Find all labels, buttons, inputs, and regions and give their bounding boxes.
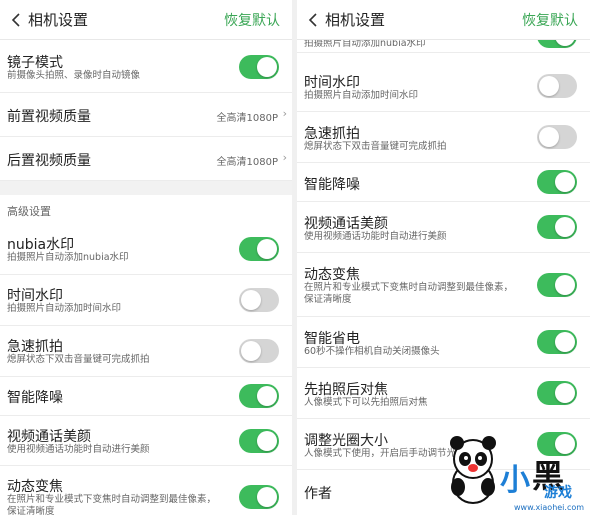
- setting-title: 动态变焦: [7, 479, 63, 495]
- setting-title: 后置视频质量: [7, 153, 91, 169]
- nubia-watermark-toggle[interactable]: [239, 237, 279, 261]
- setting-title: 视频通话美颜: [304, 216, 388, 232]
- setting-row-noise-reduction[interactable]: 智能降噪: [0, 377, 292, 416]
- setting-row-noise-reduction[interactable]: 智能降噪: [297, 163, 590, 202]
- setting-desc: 使用视频通话功能时自动进行美颜: [304, 231, 447, 242]
- noise-reduction-toggle[interactable]: [239, 384, 279, 408]
- setting-desc: 在照片和专业模式下变焦时自动调整到最佳像素，: [7, 494, 217, 505]
- setting-title: 作者: [304, 486, 332, 502]
- setting-title: 动态变焦: [304, 267, 360, 283]
- setting-row-time-watermark[interactable]: 时间水印 拍摄照片自动添加时间水印: [0, 275, 292, 326]
- restore-defaults-button[interactable]: 恢复默认: [224, 10, 280, 30]
- toggle-knob: [555, 383, 575, 403]
- toggle-knob: [555, 434, 575, 454]
- section-title: 高级设置: [7, 205, 51, 218]
- quick-snap-toggle[interactable]: [537, 125, 577, 149]
- setting-row-author[interactable]: 作者: [297, 470, 590, 515]
- chevron-right-icon: ›: [282, 107, 287, 120]
- video-call-beauty-toggle[interactable]: [537, 215, 577, 239]
- setting-title: 调整光圈大小: [304, 433, 388, 449]
- setting-title: 时间水印: [7, 288, 63, 304]
- setting-row-video-call-beauty[interactable]: 视频通话美颜 使用视频通话功能时自动进行美颜: [297, 202, 590, 253]
- back-arrow-icon[interactable]: [303, 10, 323, 30]
- toggle-knob: [555, 172, 575, 192]
- setting-row-dynamic-zoom[interactable]: 动态变焦 在照片和专业模式下变焦时自动调整到最佳像素， 保证清晰度: [0, 466, 292, 515]
- setting-row-quick-snap[interactable]: 急速抓拍 熄屏状态下双击音量键可完成抓拍: [297, 112, 590, 163]
- setting-desc: 拍摄照片自动添加时间水印: [304, 90, 419, 101]
- setting-desc: 熄屏状态下双击音量键可完成抓拍: [304, 141, 447, 152]
- section-gap: [0, 181, 292, 195]
- setting-row-mirror-mode[interactable]: 镜子模式 前摄像头拍照、录像时自动镜像: [0, 40, 292, 93]
- page-title: 相机设置: [28, 11, 89, 29]
- setting-title: 急速抓拍: [7, 339, 63, 355]
- dynamic-zoom-toggle[interactable]: [239, 485, 279, 509]
- setting-desc: 使用视频通话功能时自动进行美颜: [7, 444, 150, 455]
- setting-title: 先拍照后对焦: [304, 382, 388, 398]
- setting-title: 前置视频质量: [7, 109, 91, 125]
- toggle-knob: [241, 341, 261, 361]
- setting-title: nubia水印: [7, 237, 75, 253]
- right-settings-screen: 拍摄照片自动添加nubia水印 相机设置 恢复默认 时间水印 拍摄照片自动添加时…: [297, 0, 590, 515]
- noise-reduction-toggle[interactable]: [537, 170, 577, 194]
- setting-row-quick-snap[interactable]: 急速抓拍 熄屏状态下双击音量键可完成抓拍: [0, 326, 292, 377]
- smart-power-save-toggle[interactable]: [537, 330, 577, 354]
- section-header: 高级设置: [0, 195, 292, 223]
- setting-title: 智能降噪: [304, 177, 360, 193]
- toggle-knob: [257, 431, 277, 451]
- adjust-aperture-toggle[interactable]: [537, 432, 577, 456]
- setting-row-nubia-watermark[interactable]: nubia水印 拍摄照片自动添加nubia水印: [0, 224, 292, 275]
- toggle-knob: [555, 217, 575, 237]
- toggle-knob: [257, 386, 277, 406]
- toggle-knob: [257, 57, 277, 77]
- restore-defaults-button[interactable]: 恢复默认: [522, 10, 578, 30]
- app-header: 相机设置 恢复默认: [0, 0, 292, 40]
- setting-title: 急速抓拍: [304, 126, 360, 142]
- setting-desc: 保证清晰度: [7, 506, 55, 515]
- setting-row-video-call-beauty[interactable]: 视频通话美颜 使用视频通话功能时自动进行美颜: [0, 416, 292, 466]
- setting-desc: 人像模式下使用，开启后手动调节光圈范围: [304, 448, 485, 459]
- toggle-knob: [241, 290, 261, 310]
- toggle-knob: [257, 239, 277, 259]
- app-header: 相机设置 恢复默认: [297, 0, 590, 40]
- setting-desc: 拍摄照片自动添加时间水印: [7, 303, 122, 314]
- setting-title: 镜子模式: [7, 55, 63, 71]
- setting-title: 视频通话美颜: [7, 429, 91, 445]
- setting-desc: 前摄像头拍照、录像时自动镜像: [7, 70, 141, 81]
- chevron-right-icon: ›: [282, 151, 287, 164]
- page-title: 相机设置: [325, 11, 386, 29]
- setting-value: 全高清1080P: [216, 157, 278, 168]
- setting-row-rear-video-quality[interactable]: 后置视频质量 全高清1080P ›: [0, 137, 292, 181]
- video-call-beauty-toggle[interactable]: [239, 429, 279, 453]
- mirror-mode-toggle[interactable]: [239, 55, 279, 79]
- time-watermark-toggle[interactable]: [239, 288, 279, 312]
- setting-desc: 60秒不操作相机自动关闭摄像头: [304, 346, 440, 357]
- left-settings-screen: 相机设置 恢复默认 镜子模式 前摄像头拍照、录像时自动镜像 前置视频质量 全高清…: [0, 0, 292, 515]
- setting-title: 智能省电: [304, 331, 360, 347]
- setting-title: 智能降噪: [7, 390, 63, 406]
- back-arrow-icon[interactable]: [6, 10, 26, 30]
- toggle-knob: [539, 127, 559, 147]
- setting-row-smart-power-save[interactable]: 智能省电 60秒不操作相机自动关闭摄像头: [297, 317, 590, 368]
- setting-desc: 拍摄照片自动添加nubia水印: [7, 252, 129, 263]
- shoot-then-focus-toggle[interactable]: [537, 381, 577, 405]
- setting-desc: 熄屏状态下双击音量键可完成抓拍: [7, 354, 150, 365]
- setting-value: 全高清1080P: [216, 113, 278, 124]
- setting-row-adjust-aperture[interactable]: 调整光圈大小 人像模式下使用，开启后手动调节光圈范围: [297, 419, 590, 470]
- setting-desc: 人像模式下可以先拍照后对焦: [304, 397, 428, 408]
- setting-row-time-watermark[interactable]: 时间水印 拍摄照片自动添加时间水印: [297, 61, 590, 112]
- setting-row-shoot-then-focus[interactable]: 先拍照后对焦 人像模式下可以先拍照后对焦: [297, 368, 590, 419]
- setting-row-dynamic-zoom[interactable]: 动态变焦 在照片和专业模式下变焦时自动调整到最佳像素， 保证清晰度: [297, 253, 590, 317]
- toggle-knob: [539, 76, 559, 96]
- toggle-knob: [555, 332, 575, 352]
- dynamic-zoom-toggle[interactable]: [537, 273, 577, 297]
- setting-row-front-video-quality[interactable]: 前置视频质量 全高清1080P ›: [0, 93, 292, 137]
- toggle-knob: [257, 487, 277, 507]
- setting-desc: 保证清晰度: [304, 294, 352, 305]
- quick-snap-toggle[interactable]: [239, 339, 279, 363]
- time-watermark-toggle[interactable]: [537, 74, 577, 98]
- setting-desc: 在照片和专业模式下变焦时自动调整到最佳像素，: [304, 282, 514, 293]
- toggle-knob: [555, 275, 575, 295]
- setting-title: 时间水印: [304, 75, 360, 91]
